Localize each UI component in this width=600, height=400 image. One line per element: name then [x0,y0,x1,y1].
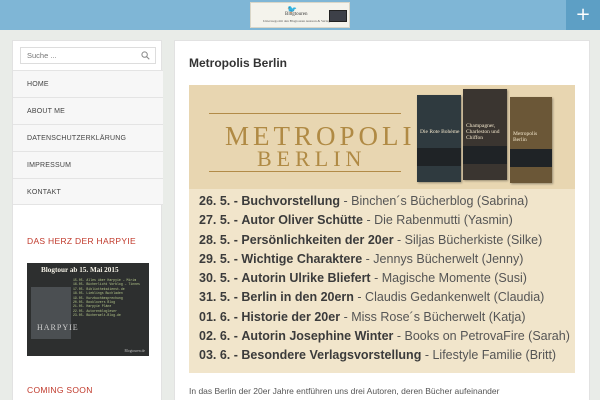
top-bar: 🐦 Blogtouren Unterwegs mit den Blogtoure… [0,0,600,30]
schedule-event: Persönlichkeiten der 20er [241,232,394,247]
schedule-date: 01. 6. - [199,309,238,324]
banner-footer: Blogtouren.de [124,349,145,353]
schedule-event: Autorin Josephine Winter [241,329,394,344]
schedule-event: Besondere Verlagsvorstellung [241,348,422,363]
schedule-row: 03. 6. - Besondere Verlagsvorstellung - … [199,348,571,367]
schedule-event: Wichtige Charaktere [241,251,363,266]
hero-divider [209,171,401,172]
menu-toggle-button[interactable]: + [566,0,600,30]
book-cover-title: Die Rote Bohème [420,129,460,135]
nav-item-about-me[interactable]: ABOUT ME [13,97,163,124]
schedule-blog: - Miss Rose´s Bücherwelt (Katja) [343,309,526,324]
nav-item-home[interactable]: HOME [13,70,163,97]
schedule-row: 28. 5. - Persönlichkeiten der 20er - Sil… [199,233,571,252]
schedule-event: Autorin Ulrike Bliefert [241,271,371,286]
book-icon [329,10,347,22]
schedule-date: 30. 5. - [199,271,238,286]
post-hero-image[interactable]: METROPOLIS BERLIN Die Rote Bohème Champa… [189,85,575,373]
widget-title-coming-soon: COMING SOON [27,385,93,395]
nav-item-kontakt[interactable]: KONTAKT [13,178,163,205]
post-intro-text: In das Berlin der 20er Jahre entführen u… [189,386,500,396]
schedule-row: 26. 5. - Buchvorstellung - Binchen´s Büc… [199,194,571,213]
banner-dates-list: 15.05. Alles über Harpyie – Mirim 16.05.… [73,278,140,318]
schedule-date: 03. 6. - [199,348,238,363]
nav-item-datenschutzerklaerung[interactable]: DATENSCHUTZERKLÄRUNG [13,124,163,151]
schedule-blog: - Jennys Bücherwelt (Jenny) [365,251,524,266]
schedule-blog: - Lifestyle Familie (Britt) [424,348,557,363]
schedule-event: Buchvorstellung [241,194,341,208]
book-cover-band [417,148,461,166]
schedule-date: 28. 5. - [199,232,238,247]
logo-tagline: Unterwegs mit den Blogtouren Autoren & V… [263,19,338,23]
search-input[interactable] [27,51,137,60]
book-cover: Die Rote Bohème [417,95,461,182]
logo-name: Blogtouren [285,12,308,17]
book-cover: Champagner, Charleston und Chiffon [463,89,507,180]
schedule-event: Berlin in den 20ern [241,290,354,305]
schedule-row: 29. 5. - Wichtige Charaktere - Jennys Bü… [199,252,571,271]
book-cover-title: Champagner, Charleston und Chiffon [466,123,500,141]
nav-item-impressum[interactable]: IMPRESSUM [13,151,163,178]
banner-title: Blogtour ab 15. Mai 2015 [41,266,119,274]
hero-title-berlin: BERLIN [257,146,367,171]
schedule-row: 30. 5. - Autorin Ulrike Bliefert - Magis… [199,271,571,290]
banner-date-line: 23.05. Bücherwelt-Blog.de [73,313,121,318]
banner-harpyie-word: HARPYIE [37,323,79,332]
site-logo[interactable]: 🐦 Blogtouren Unterwegs mit den Blogtoure… [250,2,350,28]
schedule-date: 31. 5. - [199,290,238,305]
book-cover: Metropolis Berlin [510,97,552,183]
schedule-row: 27. 5. - Autor Oliver Schütte - Die Rabe… [199,213,571,232]
schedule-blog: - Claudis Gedankenwelt (Claudia) [357,290,545,305]
book-cover-title: Metropolis Berlin [513,131,538,143]
schedule-row: 31. 5. - Berlin in den 20ern - Claudis G… [199,290,571,309]
schedule-date: 02. 6. - [199,329,238,344]
hero-divider [209,113,401,114]
post-title[interactable]: Metropolis Berlin [189,56,287,70]
schedule-date: 27. 5. - [199,213,238,228]
search-icon[interactable] [141,51,150,60]
schedule-date: 26. 5. - [199,194,238,208]
schedule-date: 29. 5. - [199,251,238,266]
schedule-row: 01. 6. - Historie der 20er - Miss Rose´s… [199,310,571,329]
schedule-blog: - Magische Momente (Susi) [374,271,527,286]
blogtour-banner[interactable]: Blogtour ab 15. Mai 2015 15.05. Alles üb… [27,263,149,356]
schedule-blog: - Die Rabenmutti (Yasmin) [366,213,513,228]
main-content: Metropolis Berlin METROPOLIS BERLIN Die … [174,40,590,400]
schedule-blog: - Binchen´s Bücherblog (Sabrina) [343,194,529,208]
schedule-event: Autor Oliver Schütte [241,213,363,228]
schedule-event: Historie der 20er [241,309,341,324]
schedule-row: 02. 6. - Autorin Josephine Winter - Book… [199,329,571,348]
book-cover-band [510,149,552,167]
book-cover-band [463,146,507,164]
widget-title-harpyie: DAS HERZ DER HARPYIE [27,236,136,246]
sidebar-nav: HOME ABOUT ME DATENSCHUTZERKLÄRUNG IMPRE… [13,70,163,205]
sidebar: HOME ABOUT ME DATENSCHUTZERKLÄRUNG IMPRE… [12,40,163,400]
schedule-blog: - Books on PetrovaFire (Sarah) [396,329,570,344]
schedule-blog: - Siljas Bücherkiste (Silke) [397,232,543,247]
tour-schedule: 26. 5. - Buchvorstellung - Binchen´s Büc… [199,194,571,368]
search-box[interactable] [20,47,156,64]
